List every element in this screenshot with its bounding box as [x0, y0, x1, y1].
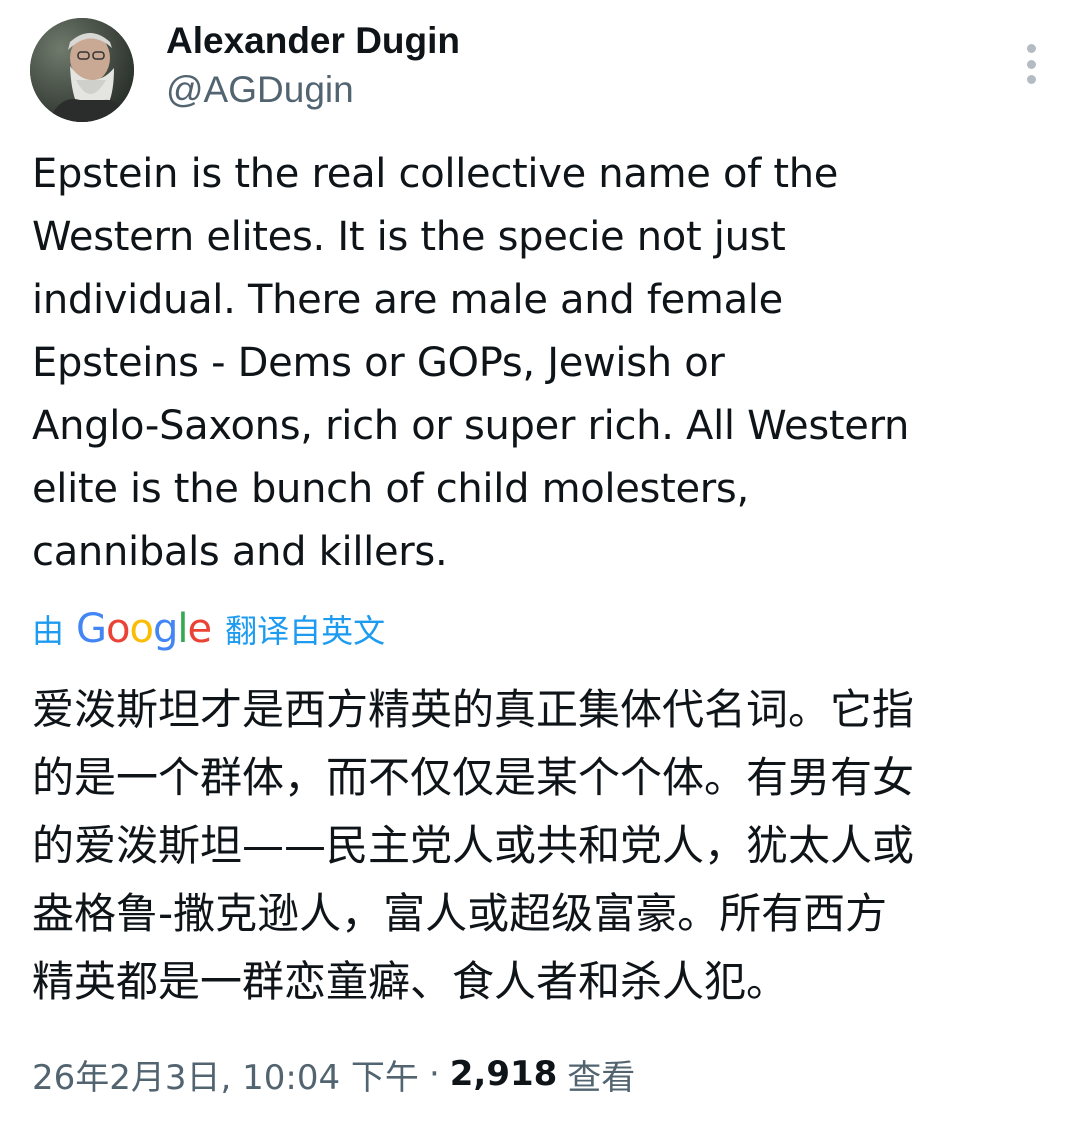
translation-prefix: 由 — [32, 612, 65, 650]
views-label: 查看 — [567, 1057, 636, 1098]
views-count: 2,918 — [449, 1054, 558, 1094]
translation-attribution: 由 Google 翻译自英文 — [32, 604, 385, 654]
author-names: Alexander Dugin @AGDugin — [166, 18, 460, 113]
meta-separator: · — [428, 1054, 440, 1094]
google-logo: Google — [76, 606, 212, 652]
more-vertical-icon-dot — [1026, 75, 1036, 84]
avatar[interactable] — [30, 18, 134, 122]
more-vertical-icon — [1026, 44, 1036, 53]
author-display-name[interactable]: Alexander Dugin — [166, 18, 460, 64]
tweet-text: Epstein is the real collective name of t… — [32, 151, 910, 575]
tweet-card: Alexander Dugin @AGDugin Epstein is the … — [0, 0, 1080, 1125]
author-handle[interactable]: @AGDugin — [166, 67, 460, 113]
translation-suffix-link[interactable]: 翻译自英文 — [225, 606, 385, 652]
more-options-button[interactable] — [1012, 44, 1050, 84]
translated-text: 爱泼斯坦才是西方精英的真正集体代名词。它指 的是一个群体，而不仅仅是某个个体。有… — [32, 685, 915, 1006]
tweet-header: Alexander Dugin @AGDugin — [30, 18, 1050, 122]
more-vertical-icon-dot — [1026, 59, 1036, 69]
tweet-timestamp[interactable]: 26年2月3日, 10:04 下午 — [32, 1050, 419, 1099]
tweet-meta: 26年2月3日, 10:04 下午 · 2,918 查看 — [32, 1046, 635, 1102]
